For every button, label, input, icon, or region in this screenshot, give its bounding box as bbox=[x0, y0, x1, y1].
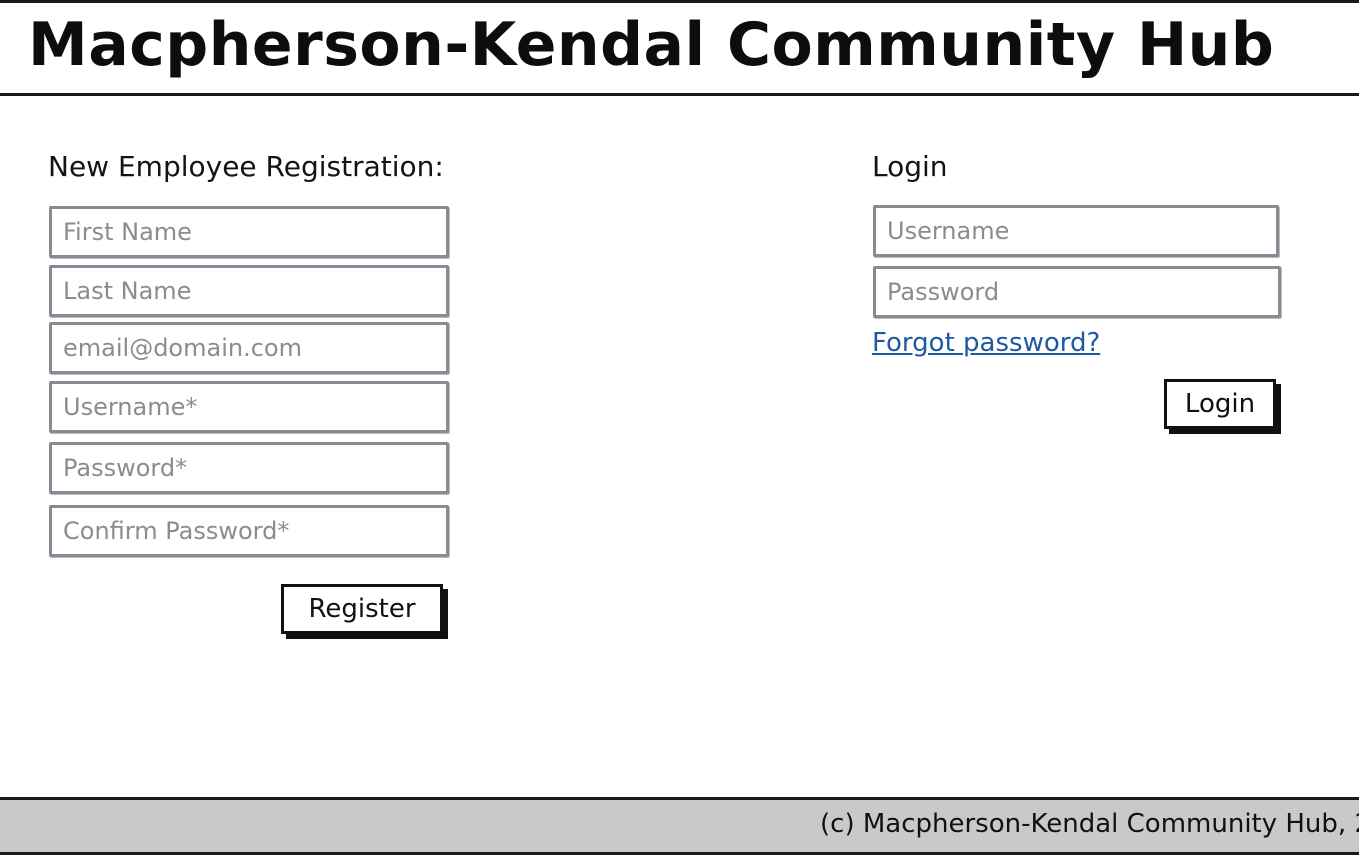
register-username-input[interactable] bbox=[52, 384, 446, 430]
register-button[interactable]: Register bbox=[281, 584, 443, 634]
forgot-password-link[interactable]: Forgot password? bbox=[872, 328, 1100, 358]
registration-heading: New Employee Registration: bbox=[48, 150, 444, 183]
login-username-field[interactable] bbox=[873, 205, 1279, 257]
login-password-input[interactable] bbox=[876, 269, 1278, 315]
register-password-field[interactable] bbox=[49, 442, 449, 494]
register-username-field[interactable] bbox=[49, 381, 449, 433]
footer-bar: (c) Macpherson-Kendal Community Hub, 2 bbox=[0, 797, 1359, 855]
confirm-password-field[interactable] bbox=[49, 505, 449, 557]
site-title: Macpherson-Kendal Community Hub bbox=[28, 10, 1275, 80]
register-password-input[interactable] bbox=[52, 445, 446, 491]
login-password-field[interactable] bbox=[873, 266, 1281, 318]
email-input[interactable] bbox=[52, 325, 446, 371]
login-button[interactable]: Login bbox=[1164, 379, 1276, 429]
footer-copyright: (c) Macpherson-Kendal Community Hub, 2 bbox=[820, 809, 1359, 839]
first-name-field[interactable] bbox=[49, 206, 449, 258]
login-heading: Login bbox=[872, 150, 948, 183]
last-name-input[interactable] bbox=[52, 268, 446, 314]
email-field[interactable] bbox=[49, 322, 449, 374]
confirm-password-input[interactable] bbox=[52, 508, 446, 554]
header-bar: Macpherson-Kendal Community Hub bbox=[0, 0, 1359, 96]
login-username-input[interactable] bbox=[876, 208, 1276, 254]
first-name-input[interactable] bbox=[52, 209, 446, 255]
last-name-field[interactable] bbox=[49, 265, 449, 317]
